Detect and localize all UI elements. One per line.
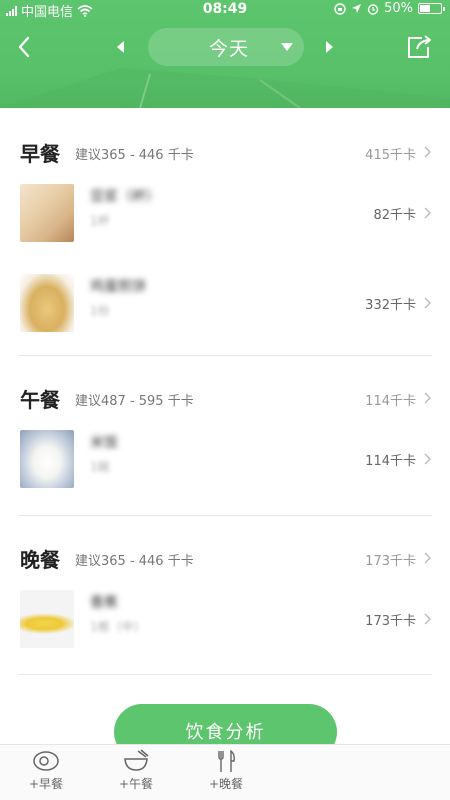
- food-amount: 1杯: [90, 214, 110, 228]
- food-thumbnail: [20, 184, 74, 242]
- chevron-right-icon: [424, 207, 431, 219]
- next-day-button[interactable]: [321, 37, 337, 57]
- meal-total: 114千卡: [365, 394, 416, 409]
- food-thumbnail: [20, 590, 74, 648]
- meal-section-lunch: 午餐 建议487 - 595 千卡 114千卡 米饭 1碗 114千卡: [0, 376, 450, 488]
- food-kcal: 332千卡: [365, 298, 416, 313]
- prev-day-button[interactable]: [113, 37, 129, 57]
- meal-suggestion: 建议365 - 446 千卡: [75, 554, 194, 569]
- chevron-right-icon: [424, 392, 431, 404]
- fork-knife-icon: [218, 749, 235, 772]
- share-button[interactable]: [402, 32, 434, 62]
- nav-bar: 今天: [0, 28, 450, 66]
- food-item[interactable]: 香蕉 1根（中） 173千卡: [0, 580, 450, 660]
- chevron-right-icon: [424, 552, 431, 564]
- food-amount: 1份: [90, 304, 110, 318]
- date-label: 今天: [208, 37, 249, 60]
- chevron-right-icon: [424, 297, 431, 309]
- back-button[interactable]: [10, 32, 40, 62]
- meal-title: 午餐: [20, 388, 60, 412]
- meal-header-dinner[interactable]: 晚餐 建议365 - 446 千卡 173千卡: [0, 536, 450, 576]
- battery-percent: 50%: [384, 1, 413, 16]
- tab-label: +午餐: [118, 777, 154, 791]
- food-kcal: 114千卡: [365, 454, 416, 469]
- meal-section-breakfast: 早餐 建议365 - 446 千卡 415千卡 豆浆（杯） 1杯 82千卡 鸡蛋…: [0, 130, 450, 332]
- battery-fill: [420, 5, 430, 12]
- chevron-right-icon: [424, 453, 431, 465]
- header-decoration: [0, 68, 450, 108]
- add-breakfast-button[interactable]: +早餐: [16, 749, 76, 799]
- date-selector[interactable]: 今天: [148, 28, 304, 66]
- section-divider: [18, 355, 432, 356]
- top-header: 中国电信 08:49 50% 今天: [0, 0, 450, 108]
- alarm-icon: [367, 3, 379, 15]
- meal-header-breakfast[interactable]: 早餐 建议365 - 446 千卡 415千卡: [0, 130, 450, 170]
- food-name: 鸡蛋煎饼: [90, 279, 146, 295]
- food-name: 米饭: [90, 435, 118, 451]
- meal-header-lunch[interactable]: 午餐 建议487 - 595 千卡 114千卡: [0, 376, 450, 416]
- section-divider: [18, 674, 432, 675]
- tab-label: +晚餐: [208, 777, 244, 791]
- location-icon: [352, 4, 362, 13]
- chevron-right-icon: [424, 146, 431, 158]
- chevron-right-icon: [424, 613, 431, 625]
- meal-suggestion: 建议487 - 595 千卡: [75, 394, 194, 409]
- meal-list: 早餐 建议365 - 446 千卡 415千卡 豆浆（杯） 1杯 82千卡 鸡蛋…: [0, 108, 450, 748]
- status-bar: 中国电信 08:49 50%: [0, 0, 450, 20]
- rotation-lock-icon: [334, 2, 346, 15]
- caret-down-icon: [281, 43, 293, 51]
- add-lunch-button[interactable]: +午餐: [106, 749, 166, 799]
- meal-section-dinner: 晚餐 建议365 - 446 千卡 173千卡 香蕉 1根（中） 173千卡: [0, 536, 450, 648]
- meal-title: 早餐: [20, 142, 60, 166]
- status-right: 50%: [334, 1, 445, 16]
- food-item[interactable]: 米饭 1碗 114千卡: [0, 420, 450, 500]
- food-thumbnail: [20, 274, 74, 332]
- section-divider: [18, 515, 432, 516]
- food-amount: 1碗: [90, 460, 110, 474]
- bowl-icon: [124, 749, 149, 771]
- bottom-tab-bar: +早餐 +午餐 +晚餐: [0, 744, 450, 800]
- food-amount: 1根（中）: [90, 620, 146, 634]
- egg-icon: [33, 751, 59, 771]
- food-thumbnail: [20, 430, 74, 488]
- food-item[interactable]: 鸡蛋煎饼 1份 332千卡: [0, 264, 450, 344]
- food-kcal: 173千卡: [365, 614, 416, 629]
- meal-total: 173千卡: [365, 554, 416, 569]
- meal-title: 晚餐: [20, 548, 60, 572]
- meal-total: 415千卡: [365, 148, 416, 163]
- battery-icon: [418, 3, 445, 14]
- tab-label: +早餐: [28, 777, 64, 791]
- food-kcal: 82千卡: [373, 208, 416, 223]
- meal-suggestion: 建议365 - 446 千卡: [75, 148, 194, 163]
- food-item[interactable]: 豆浆（杯） 1杯 82千卡: [0, 174, 450, 254]
- food-name: 香蕉: [90, 595, 118, 611]
- food-name: 豆浆（杯）: [90, 189, 160, 205]
- add-dinner-button[interactable]: +晚餐: [196, 749, 256, 799]
